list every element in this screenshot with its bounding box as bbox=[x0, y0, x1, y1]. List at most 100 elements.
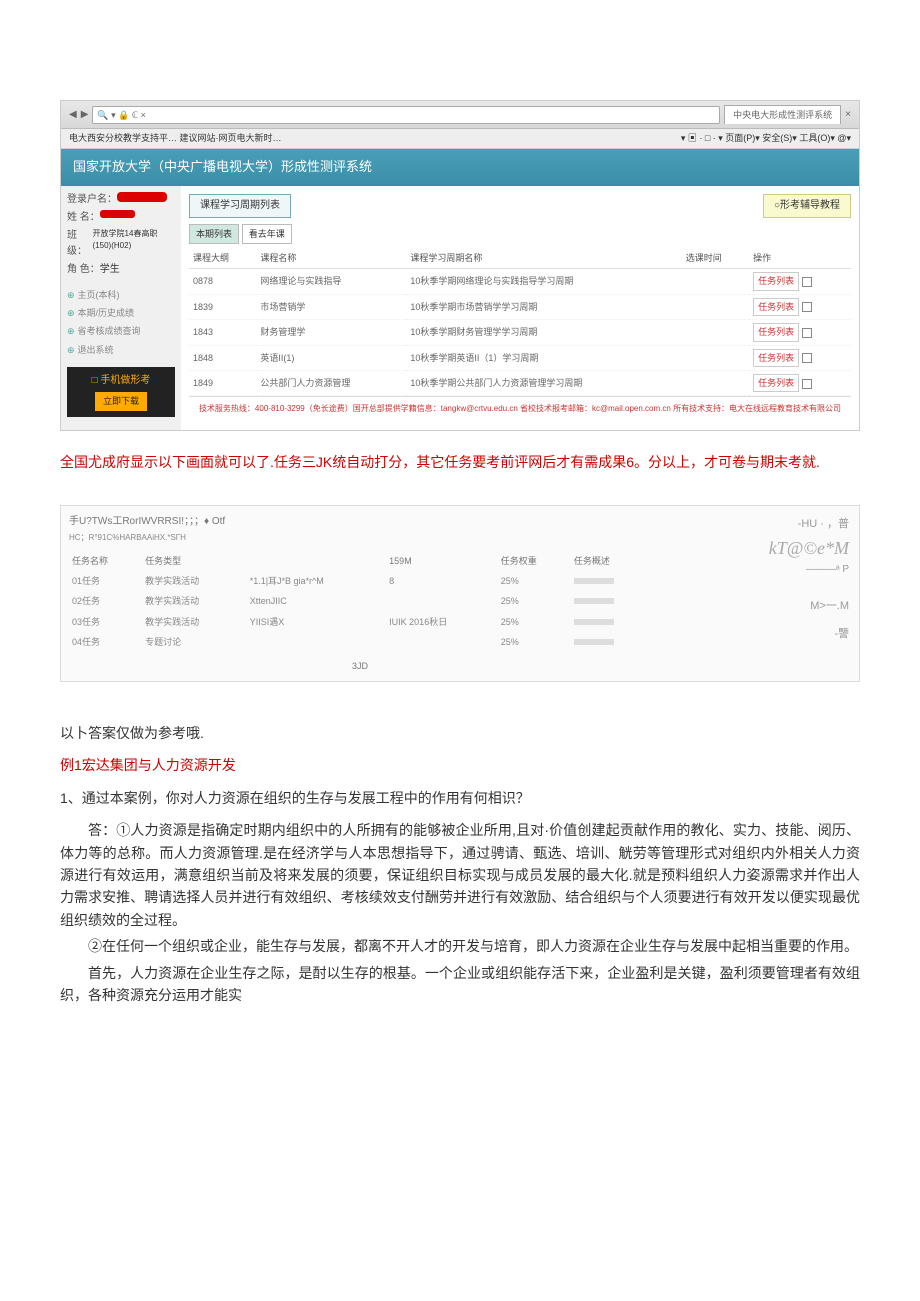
forward-icon[interactable]: ▶ bbox=[81, 107, 89, 123]
nav-links: ⊕主页(本科) ⊕本期/历史成绩 ⊕省考核成绩查询 ⊕退出系统 bbox=[67, 286, 175, 360]
progress-bar bbox=[574, 598, 614, 604]
th: 159M bbox=[386, 551, 498, 571]
close-icon[interactable]: × bbox=[845, 107, 851, 123]
table-row: 02任务 教学实践活动 XttenJIIC 25% bbox=[69, 591, 651, 611]
th-name: 课程名称 bbox=[256, 248, 406, 269]
cell bbox=[386, 591, 498, 611]
cell bbox=[571, 571, 651, 591]
s2-bottom: 3JD bbox=[69, 659, 651, 673]
cell-name: 公共部门人力资源管理 bbox=[256, 370, 406, 395]
cell-code: 1843 bbox=[189, 320, 256, 345]
cell-name: 英语II(1) bbox=[256, 345, 406, 370]
cell: 教学实践活动 bbox=[142, 612, 247, 632]
cell: YIISI遇X bbox=[247, 612, 386, 632]
cell: 8 bbox=[386, 571, 498, 591]
cell-time bbox=[682, 370, 749, 395]
address-bar[interactable]: 🔍 ▾ 🔒 ℂ × bbox=[92, 106, 720, 124]
th-action: 操作 bbox=[749, 248, 851, 269]
subtab-current[interactable]: 本期列表 bbox=[189, 224, 239, 244]
th: 任务名称 bbox=[69, 551, 142, 571]
cell-period: 10秋季学期市场营销学学习周期 bbox=[406, 294, 681, 319]
role-value: 学生 bbox=[100, 262, 120, 278]
nav-item[interactable]: ⊕本期/历史成绩 bbox=[67, 304, 175, 322]
table-row: 03任务 教学实践活动 YIISI遇X IUIK 2016秋日 25% bbox=[69, 612, 651, 632]
cell: 专题讨论 bbox=[142, 632, 247, 652]
nav-item[interactable]: ⊕省考核成绩查询 bbox=[67, 322, 175, 340]
task-list-button[interactable]: 任务列表 bbox=[753, 298, 799, 316]
th bbox=[247, 551, 386, 571]
bullet-icon: ⊕ bbox=[67, 290, 75, 300]
s2-right-panel: -HU · ，普 kT@©e*M ———ᵃ P M>一.M -譼 bbox=[659, 506, 859, 681]
cell: IUIK 2016秋日 bbox=[386, 612, 498, 632]
cell: XttenJIIC bbox=[247, 591, 386, 611]
cell: 01任务 bbox=[69, 571, 142, 591]
cell-time bbox=[682, 294, 749, 319]
cell-action: 任务列表 bbox=[749, 269, 851, 294]
screenshot-2: 手U?TWs工RorIWVRRSI!；；；♦ Otf HC；R°91C%HARB… bbox=[60, 505, 860, 682]
sub-tabs: 本期列表 看去年课 bbox=[189, 224, 851, 244]
answer-para-3: 首先，人力资源在企业生存之际，是酎以生存的根基。一个企业或组织能存活下来，企业盈… bbox=[60, 962, 860, 1007]
checkbox[interactable] bbox=[802, 328, 812, 338]
th-period: 课程学习周期名称 bbox=[406, 248, 681, 269]
answer-para-2: ②在任何一个组织或企业，能生存与发展，都离不开人才的开发与培育，即人力资源在企业… bbox=[60, 935, 860, 957]
bullet-icon: ⊕ bbox=[67, 345, 75, 355]
cell-code: 0878 bbox=[189, 269, 256, 294]
course-table: 课程大纲 课程名称 课程学习周期名称 选课时间 操作 0878 网络理论与实践指… bbox=[189, 248, 851, 396]
tab-course-list[interactable]: 课程学习周期列表 bbox=[189, 194, 291, 218]
checkbox[interactable] bbox=[802, 379, 812, 389]
cell-name: 财务管理学 bbox=[256, 320, 406, 345]
favorites[interactable]: 电大西安分校教学支持平… 建议网站·网页电大新时… bbox=[69, 131, 282, 145]
question-1: 1、通过本案例，你对人力资源在组织的生存与发展工程中的作用有何相识？ bbox=[60, 787, 860, 809]
cell-name: 网络理论与实践指导 bbox=[256, 269, 406, 294]
cell-action: 任务列表 bbox=[749, 320, 851, 345]
nav-item[interactable]: ⊕主页(本科) bbox=[67, 286, 175, 304]
cell: 25% bbox=[498, 571, 571, 591]
redacted-name bbox=[100, 210, 135, 218]
red-caption: 全国尤成府显示以下画面就可以了.任务三JK统自动打分，其它任务要考前评网后才有需… bbox=[60, 451, 860, 475]
class-value: 开放学院14春高职 (150)(H02) bbox=[93, 228, 175, 260]
table-row: 04任务 专题讨论 25% bbox=[69, 632, 651, 652]
cell-period: 10秋季学期英语II（1）学习周期 bbox=[406, 345, 681, 370]
cell-code: 1849 bbox=[189, 370, 256, 395]
redacted-username bbox=[117, 192, 167, 202]
download-button[interactable]: 立即下载 bbox=[95, 392, 147, 410]
nav-item[interactable]: ⊕退出系统 bbox=[67, 341, 175, 359]
cell: 教学实践活动 bbox=[142, 571, 247, 591]
table-row: 1848 英语II(1) 10秋季学期英语II（1）学习周期 任务列表 bbox=[189, 345, 851, 370]
role-label: 角 色： bbox=[67, 262, 100, 278]
sidebar: 登录户名： 姓 名： 班 级：开放学院14春高职 (150)(H02) 角 色：… bbox=[61, 186, 181, 431]
cell-action: 任务列表 bbox=[749, 345, 851, 370]
name-label: 姓 名： bbox=[67, 210, 100, 226]
case-title: 例1宏达集团与人力资源开发 bbox=[60, 754, 860, 776]
progress-bar bbox=[574, 619, 614, 625]
subtab-past[interactable]: 看去年课 bbox=[242, 224, 292, 244]
back-icon[interactable]: ◀ bbox=[69, 107, 77, 123]
footer-note: 技术服务热线：400-810-3299（免长途费）国开总部提供学籍信息：tang… bbox=[189, 396, 851, 422]
user-label: 登录户名： bbox=[67, 192, 117, 208]
page-menu[interactable]: ▾ ▣ · □ · ▾ 页面(P)▾ 安全(S)▾ 工具(O)▾ @▾ bbox=[681, 131, 851, 145]
cell-action: 任务列表 bbox=[749, 370, 851, 395]
checkbox[interactable] bbox=[802, 353, 812, 363]
site-banner: 国家开放大学（中央广播电视大学）形成性测评系统 bbox=[61, 149, 859, 186]
main-panel: 课程学习周期列表 ○形考辅导教程 本期列表 看去年课 课程大纲 课程名称 课程学… bbox=[181, 186, 859, 431]
promo-title: □ 手机做形考 bbox=[73, 373, 169, 389]
th-time: 选课时间 bbox=[682, 248, 749, 269]
progress-bar bbox=[574, 639, 614, 645]
browser-tab[interactable]: 中央电大形成性测评系统 bbox=[724, 105, 841, 124]
table-row: 0878 网络理论与实践指导 10秋季学期网络理论与实践指导学习周期 任务列表 bbox=[189, 269, 851, 294]
task-list-button[interactable]: 任务列表 bbox=[753, 272, 799, 290]
checkbox[interactable] bbox=[802, 302, 812, 312]
cell-period: 10秋季学期网络理论与实践指导学习周期 bbox=[406, 269, 681, 294]
bullet-icon: ⊕ bbox=[67, 326, 75, 336]
task-list-button[interactable]: 任务列表 bbox=[753, 349, 799, 367]
answer-para-1: 答：①人力资源是指确定时期内组织中的人所拥有的能够被企业所用,且对·价值创建起贡… bbox=[60, 819, 860, 931]
bullet-icon: ⊕ bbox=[67, 308, 75, 318]
decor-line: ———ᵃ P bbox=[669, 562, 849, 578]
tab-tutorial[interactable]: ○形考辅导教程 bbox=[763, 194, 851, 218]
task-list-button[interactable]: 任务列表 bbox=[753, 323, 799, 341]
cell-period: 10秋季学期财务管理学学习周期 bbox=[406, 320, 681, 345]
checkbox[interactable] bbox=[802, 277, 812, 287]
decor-line: M>一.M bbox=[669, 598, 849, 616]
task-list-button[interactable]: 任务列表 bbox=[753, 374, 799, 392]
table-row: 1843 财务管理学 10秋季学期财务管理学学习周期 任务列表 bbox=[189, 320, 851, 345]
